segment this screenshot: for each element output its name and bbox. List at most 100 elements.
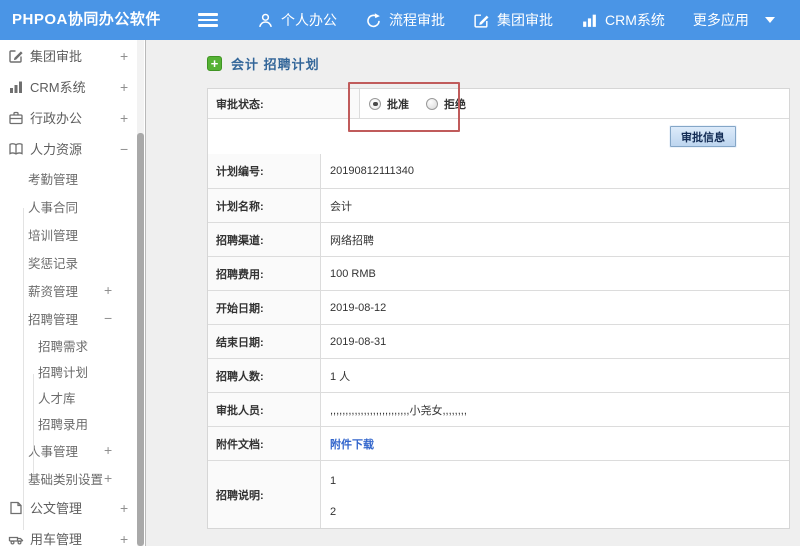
car-icon (8, 531, 24, 546)
sidebar-item-label: 招聘计划 (38, 365, 89, 380)
sidebar-item-hr-contract[interactable]: 人事合同 (0, 192, 136, 220)
field-value: 2019-08-12 (330, 301, 387, 314)
sidebar-item-label: 薪资管理 (28, 284, 79, 299)
nav-item-more-apps[interactable]: 更多应用 (679, 0, 789, 40)
approval-info-button[interactable]: 审批信息 (670, 126, 736, 147)
edit-square-icon (8, 48, 24, 64)
bar-chart-icon (581, 12, 598, 29)
field-row-plan-name: 计划名称: 会计 (208, 188, 789, 222)
radio-option-reject[interactable]: 拒绝 (426, 96, 466, 112)
sidebar-item-crm-system[interactable]: CRM系统 + (0, 71, 136, 102)
sidebar-item-group-approval[interactable]: 集团审批 + (0, 40, 136, 71)
radio-label: 批准 (387, 98, 409, 111)
sidebar-item-label: CRM系统 (30, 80, 86, 95)
sidebar-item-talent-pool[interactable]: 人才库 (0, 384, 136, 410)
sidebar-item-vehicle-mgmt[interactable]: 用车管理 + (0, 523, 136, 546)
approval-status-options: 批准 拒绝 (360, 89, 789, 118)
sidebar-item-recruit-hire[interactable]: 招聘录用 (0, 410, 136, 436)
field-row-approvers: 审批人员: ,,,,,,,,,,,,,,,,,,,,,,,,,,小尧女,,,,,,… (208, 392, 789, 426)
nav-item-group-approval[interactable]: 集团审批 (459, 0, 567, 40)
hamburger-menu-icon[interactable] (198, 13, 218, 27)
expand-plus-icon[interactable]: + (120, 48, 128, 64)
sidebar-item-label: 招聘录用 (38, 417, 89, 432)
field-label: 附件文档: (208, 427, 321, 460)
field-label: 招聘费用: (208, 257, 321, 290)
detail-card: 审批状态: 批准 拒绝 审批信息 计划编号: 20190812111340 计划名称:… (207, 88, 790, 529)
field-row-recruit-note: 招聘说明: 1 2 (208, 460, 789, 528)
expand-plus-icon[interactable]: + (120, 110, 128, 126)
field-value: ,,,,,,,,,,,,,,,,,,,,,,,,,,小尧女,,,,,,,, (330, 404, 467, 417)
sidebar-item-recruit-mgmt[interactable]: 招聘管理 − (0, 304, 136, 332)
sidebar-items: 集团审批 + CRM系统 + 行政办公 + 人力资源 − 考勤管理人事合同培训管理奖惩记录薪资管… (0, 40, 136, 546)
radio-label: 拒绝 (444, 98, 466, 111)
app-logo: PHPOA协同办公软件 (12, 11, 161, 28)
sidebar-item-label: 培训管理 (28, 228, 79, 243)
sidebar-item-label: 考勤管理 (28, 172, 79, 187)
sidebar: 集团审批 + CRM系统 + 行政办公 + 人力资源 − 考勤管理人事合同培训管理奖惩记录薪资管… (0, 40, 146, 546)
sidebar-item-label: 行政办公 (30, 111, 83, 126)
process-arrow-icon (365, 12, 382, 29)
bar-chart-icon (8, 79, 24, 95)
sidebar-item-label: 公文管理 (30, 501, 83, 516)
sidebar-item-reward-punish[interactable]: 奖惩记录 (0, 248, 136, 276)
expand-plus-icon[interactable]: + (120, 500, 128, 516)
nav-item-workflow-approval[interactable]: 流程审批 (351, 0, 459, 40)
sidebar-item-personnel-mgmt[interactable]: 人事管理 + (0, 436, 136, 464)
sidebar-item-training-mgmt[interactable]: 培训管理 (0, 220, 136, 248)
nav-item-personal-office[interactable]: 个人办公 (243, 0, 351, 40)
briefcase-icon (8, 110, 24, 126)
field-row-recruit-channel: 招聘渠道: 网络招聘 (208, 222, 789, 256)
top-nav: 个人办公 流程审批 集团审批 CRM系统 更多应用 (243, 0, 789, 40)
sidebar-item-label: 招聘需求 (38, 339, 89, 354)
sidebar-item-label: 基础类别设置 (28, 472, 104, 487)
sidebar-item-attendance-mgmt[interactable]: 考勤管理 (0, 164, 136, 192)
expand-plus-icon[interactable]: + (104, 442, 112, 458)
radio-option-approve[interactable]: 批准 (369, 96, 409, 112)
nav-item-crm-system[interactable]: CRM系统 (567, 0, 679, 40)
expand-plus-icon[interactable]: + (104, 282, 112, 298)
sidebar-scrollbar-thumb[interactable] (137, 133, 144, 546)
radio-selected-icon[interactable] (369, 97, 381, 110)
field-row-headcount: 招聘人数: 1 人 (208, 358, 789, 392)
field-row-start-date: 开始日期: 2019-08-12 (208, 290, 789, 324)
field-value: 20190812111340 (330, 165, 415, 177)
collapse-minus-icon[interactable]: − (120, 141, 128, 157)
sidebar-item-admin-office[interactable]: 行政办公 + (0, 102, 136, 133)
field-row-end-date: 结束日期: 2019-08-31 (208, 324, 789, 358)
field-value: 1 2 (330, 475, 337, 518)
tree-guide-line (23, 208, 24, 530)
sidebar-item-salary-mgmt[interactable]: 薪资管理 + (0, 276, 136, 304)
field-row-recruit-cost: 招聘费用: 100 RMB (208, 256, 789, 290)
collapse-minus-icon[interactable]: − (104, 310, 112, 326)
radio-unselected-icon[interactable] (426, 97, 438, 110)
sidebar-item-recruit-demand[interactable]: 招聘需求 (0, 332, 136, 358)
page-title: + 会计 招聘计划 (207, 54, 320, 73)
sidebar-item-label: 用车管理 (30, 532, 83, 546)
sidebar-item-label: 招聘管理 (28, 312, 79, 327)
field-value: 1 人 (330, 370, 351, 383)
tree-guide-line (33, 374, 34, 474)
expand-plus-icon[interactable]: + (120, 79, 128, 95)
sidebar-item-label: 人力资源 (30, 142, 83, 157)
field-label: 招聘人数: (208, 359, 321, 392)
sidebar-item-base-category[interactable]: 基础类别设置 + (0, 464, 136, 492)
sidebar-item-label: 人事管理 (28, 444, 79, 459)
page-title-text: 会计 招聘计划 (231, 57, 320, 72)
sidebar-item-human-resources[interactable]: 人力资源 − (0, 133, 136, 164)
expand-plus-icon[interactable]: + (120, 531, 128, 546)
sidebar-item-recruit-plan[interactable]: 招聘计划 (0, 358, 136, 384)
field-value: 100 RMB (330, 267, 376, 280)
sidebar-item-label: 奖惩记录 (28, 256, 79, 271)
field-value: 会计 (330, 200, 352, 213)
user-icon (257, 12, 274, 29)
expand-plus-icon[interactable]: + (104, 470, 112, 486)
attachment-download-link[interactable]: 附件下载 (330, 436, 374, 452)
book-icon (8, 141, 24, 157)
detail-fields: 计划编号: 20190812111340 计划名称: 会计招聘渠道: 网络招聘 招聘费用:… (208, 154, 789, 528)
field-row-plan-number: 计划编号: 20190812111340 (208, 154, 789, 188)
field-value: 2019-08-31 (330, 335, 387, 348)
field-label: 计划名称: (208, 189, 321, 222)
add-plus-icon[interactable]: + (207, 56, 222, 71)
top-bar: PHPOA协同办公软件 个人办公 流程审批 集团审批 CRM系统 更多应用 (0, 0, 800, 40)
sidebar-item-document-mgmt[interactable]: 公文管理 + (0, 492, 136, 523)
